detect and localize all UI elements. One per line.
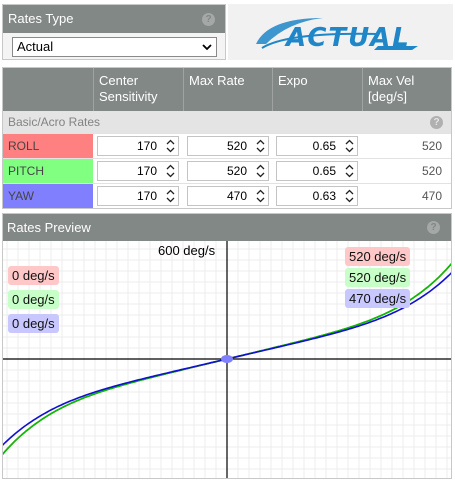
spinner-icon[interactable] bbox=[256, 189, 265, 203]
axis-label-roll: ROLL bbox=[3, 134, 93, 158]
rates-preview-panel: Rates Preview ? 600 deg/s 0 deg/s 0 deg/… bbox=[2, 213, 452, 479]
help-icon[interactable]: ? bbox=[427, 221, 440, 234]
spinner-icon[interactable] bbox=[345, 164, 354, 178]
pitch-max-rate-label: 520 deg/s bbox=[345, 268, 411, 287]
section-basic-acro: Basic/Acro Rates ? bbox=[3, 111, 451, 133]
yaw-max-vel: 470 bbox=[421, 189, 442, 203]
header-center-sensitivity: Center Sensitivity bbox=[93, 68, 183, 111]
roll-max-rate-label: 520 deg/s bbox=[345, 247, 411, 266]
rates-preview-graph: 600 deg/s 0 deg/s 0 deg/s 0 deg/s 520 de… bbox=[3, 241, 451, 478]
header-max-rate: Max Rate bbox=[183, 68, 272, 111]
max-rate-axis-label: 600 deg/s bbox=[158, 243, 216, 258]
rates-type-panel: Rates Type ? Actual bbox=[2, 4, 226, 60]
spinner-icon[interactable] bbox=[345, 139, 354, 153]
spinner-icon[interactable] bbox=[166, 164, 175, 178]
actual-logo-graphic: ACTUAL bbox=[256, 18, 418, 53]
spinner-icon[interactable] bbox=[345, 189, 354, 203]
spinner-icon[interactable] bbox=[256, 139, 265, 153]
roll-max-vel: 520 bbox=[421, 139, 442, 153]
rates-preview-title: Rates Preview bbox=[7, 220, 91, 235]
rates-type-title: Rates Type bbox=[8, 11, 74, 26]
actual-logo: ACTUAL bbox=[228, 4, 453, 60]
rates-table: Center Sensitivity Max Rate Expo Max Vel… bbox=[2, 67, 452, 209]
table-header-row: Center Sensitivity Max Rate Expo Max Vel… bbox=[3, 68, 451, 111]
table-row-pitch: PITCH 170 520 0.65 520 bbox=[3, 158, 451, 183]
help-icon[interactable]: ? bbox=[430, 116, 443, 129]
table-row-roll: ROLL 170 520 0.65 520 bbox=[3, 133, 451, 158]
axis-label-yaw: YAW bbox=[3, 184, 93, 208]
help-icon[interactable]: ? bbox=[202, 13, 215, 26]
rates-type-header: Rates Type ? bbox=[3, 5, 225, 33]
spinner-icon[interactable] bbox=[256, 164, 265, 178]
roll-current-rate-label: 0 deg/s bbox=[8, 266, 59, 285]
spinner-icon[interactable] bbox=[166, 139, 175, 153]
axis-label-pitch: PITCH bbox=[3, 159, 93, 183]
stick-position-marker bbox=[221, 355, 233, 363]
chevron-down-icon bbox=[202, 44, 212, 51]
header-max-vel: Max Vel [deg/s] bbox=[362, 68, 451, 111]
pitch-current-rate-label: 0 deg/s bbox=[8, 290, 59, 309]
header-expo: Expo bbox=[272, 68, 362, 111]
pitch-max-vel: 520 bbox=[421, 164, 442, 178]
header-axis bbox=[3, 68, 93, 111]
table-row-yaw: YAW 170 470 0.63 470 bbox=[3, 183, 451, 208]
spinner-icon[interactable] bbox=[166, 189, 175, 203]
rates-type-selected-value: Actual bbox=[17, 39, 54, 54]
yaw-max-rate-label: 470 deg/s bbox=[345, 289, 411, 308]
rates-type-select[interactable]: Actual bbox=[12, 37, 217, 57]
rates-preview-header: Rates Preview ? bbox=[3, 214, 451, 241]
section-label: Basic/Acro Rates bbox=[8, 115, 101, 129]
yaw-current-rate-label: 0 deg/s bbox=[8, 314, 59, 333]
